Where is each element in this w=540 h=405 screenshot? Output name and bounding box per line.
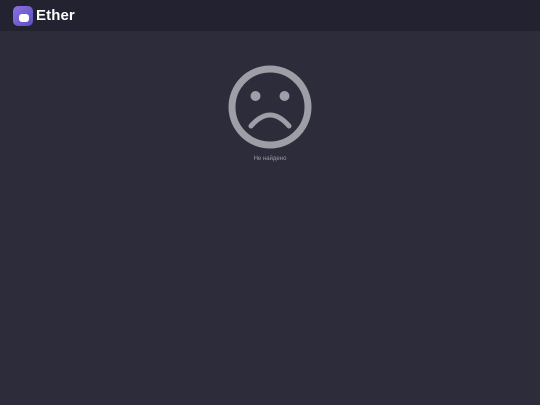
ether-logo-icon [13,5,33,26]
app-name: Ether [36,7,75,24]
main-content: Не найдено [0,31,540,405]
not-found-message: Не найдено [253,156,287,162]
home-logo-link[interactable]: Ether [13,5,75,26]
frown-mouth [248,112,292,129]
sad-face-icon [228,65,312,149]
face-outline [228,65,312,149]
left-eye [250,91,261,101]
top-bar: Ether [0,0,540,31]
right-eye [279,91,290,101]
